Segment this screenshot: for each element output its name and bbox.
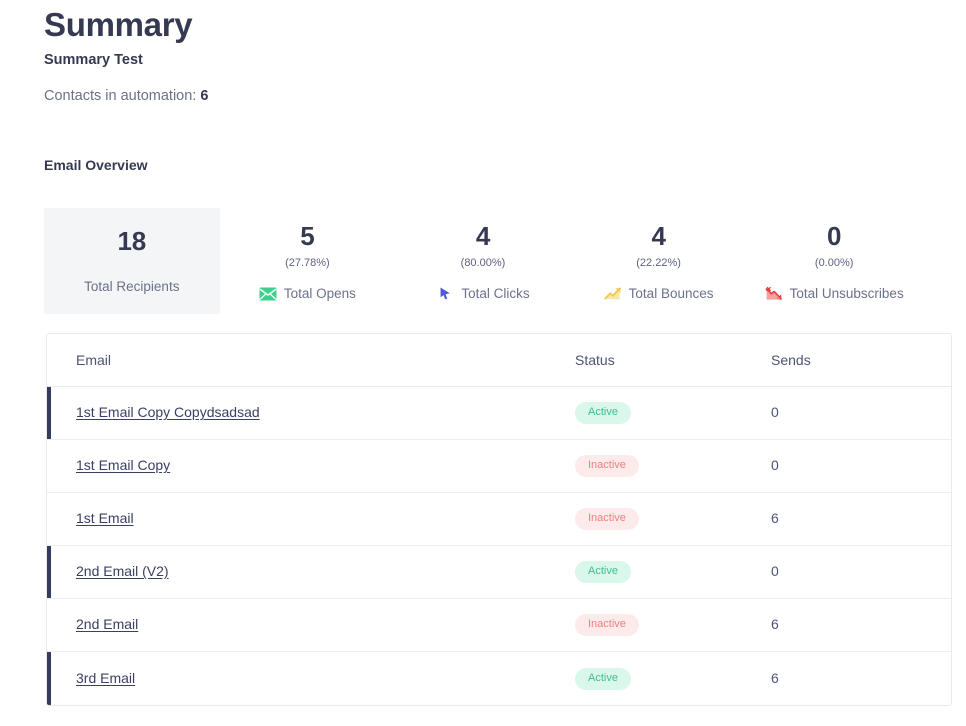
cell-email: 1st Email Copy: [47, 457, 575, 475]
envelope-icon: [259, 285, 277, 303]
stat-value: 4: [475, 221, 491, 251]
emails-table: Email Status Sends 1st Email Copy Copyds…: [46, 333, 952, 706]
sends-value: 6: [771, 616, 779, 632]
table-row[interactable]: 3rd Email Active 6: [47, 652, 951, 705]
row-active-accent-bar: [47, 599, 51, 651]
stat-card-total-unsubscribes: 0 (0.00%) Total Unsubscribes: [746, 208, 922, 314]
column-header-email: Email: [76, 352, 112, 368]
stat-value: 18: [117, 226, 147, 257]
stat-label: Total Bounces: [628, 286, 714, 302]
page-header: Summary Summary Test Contacts in automat…: [0, 0, 966, 106]
stat-card-total-recipients: 18 Total Recipients: [44, 208, 220, 314]
status-badge: Active: [575, 402, 631, 424]
status-badge: Inactive: [575, 508, 639, 530]
stat-percentage: (80.00%): [460, 257, 506, 269]
stat-label-row: Total Bounces: [604, 285, 714, 303]
cell-sends: 0: [771, 404, 951, 422]
status-badge: Inactive: [575, 455, 639, 477]
stat-card-total-bounces: 4 (22.22%) Total Bounces: [571, 208, 747, 314]
row-active-accent-bar: [47, 493, 51, 545]
sends-value: 0: [771, 404, 779, 420]
status-badge: Active: [575, 667, 631, 690]
sends-value: 0: [771, 563, 779, 579]
sends-value: 6: [771, 669, 779, 686]
stat-value: 5: [300, 221, 315, 251]
contacts-label: Contacts in automation:: [44, 88, 197, 105]
cell-email: 1st Email Copy Copydsadsad: [47, 404, 575, 422]
stat-card-total-opens: 5 (27.78%) Total Opens: [220, 208, 396, 314]
cell-status: Active: [575, 667, 771, 690]
cell-email: 2nd Email: [47, 616, 575, 634]
status-badge: Inactive: [575, 614, 639, 636]
cell-status: Inactive: [575, 455, 771, 477]
stat-label-row: Total Recipients: [84, 280, 179, 294]
contacts-count: 6: [200, 88, 209, 105]
sends-value: 0: [771, 457, 779, 473]
stat-percentage: (27.78%): [285, 257, 330, 269]
cell-sends: 6: [771, 616, 951, 634]
email-link[interactable]: 2nd Email (V2): [76, 563, 169, 579]
cell-status: Inactive: [575, 614, 771, 636]
table-row[interactable]: 2nd Email (V2) Active 0: [47, 546, 951, 599]
stat-label: Total Opens: [283, 286, 356, 302]
email-link[interactable]: 1st Email Copy Copydsadsad: [76, 404, 260, 420]
stat-label: Total Clicks: [461, 286, 530, 302]
stat-card-total-clicks: 4 (80.00%) Total Clicks: [395, 208, 571, 314]
chart-up-icon: [604, 285, 622, 303]
cell-status: Inactive: [575, 508, 771, 530]
status-badge: Active: [575, 561, 631, 583]
table-header-row: Email Status Sends: [47, 334, 951, 387]
email-link[interactable]: 1st Email Copy: [76, 457, 170, 473]
cell-email: 3rd Email: [47, 670, 575, 688]
email-link[interactable]: 3rd Email: [76, 670, 135, 686]
stat-label-row: Total Clicks: [436, 285, 530, 303]
stat-value: 0: [827, 221, 842, 251]
contacts-in-automation: Contacts in automation: 6: [44, 88, 966, 105]
cell-sends: 6: [771, 510, 951, 528]
cell-status: Active: [575, 561, 771, 583]
stat-label-row: Total Unsubscribes: [765, 285, 904, 303]
stat-value: 4: [651, 221, 666, 251]
stat-percentage: (0.00%): [814, 257, 854, 269]
table-row[interactable]: 1st Email Copy Copydsadsad Active 0: [47, 387, 951, 440]
row-active-accent-bar: [47, 546, 51, 598]
cell-email: 1st Email: [47, 510, 575, 528]
cell-email: 2nd Email (V2): [47, 563, 575, 581]
page-title: Summary: [44, 6, 193, 43]
table-row[interactable]: 1st Email Inactive 6: [47, 493, 951, 546]
sends-value: 6: [771, 510, 779, 526]
email-link[interactable]: 1st Email: [76, 510, 134, 526]
email-link[interactable]: 2nd Email: [76, 616, 138, 632]
column-header-sends: Sends: [771, 352, 811, 368]
row-active-accent-bar: [47, 387, 51, 439]
cursor-icon: [436, 285, 454, 303]
row-active-accent-bar: [47, 652, 51, 705]
stat-label-row: Total Opens: [259, 285, 356, 303]
stat-label: Total Unsubscribes: [789, 286, 904, 302]
column-header-status: Status: [575, 352, 615, 368]
cell-sends: 0: [771, 563, 951, 581]
cell-status: Active: [575, 402, 771, 424]
stat-label: Total Recipients: [84, 279, 180, 295]
email-overview-stats: 18 Total Recipients 5 (27.78%) Total Opens 4 (…: [44, 208, 922, 314]
table-row[interactable]: 1st Email Copy Inactive 0: [47, 440, 951, 493]
page-subtitle: Summary Test: [44, 51, 143, 68]
stat-percentage: (22.22%): [636, 257, 681, 269]
chart-down-icon: [765, 285, 783, 303]
cell-sends: 6: [771, 670, 951, 688]
email-overview-title: Email Overview: [44, 157, 148, 173]
table-body: 1st Email Copy Copydsadsad Active 0 1st Ema…: [47, 387, 951, 705]
cell-sends: 0: [771, 457, 951, 475]
table-row[interactable]: 2nd Email Inactive 6: [47, 599, 951, 652]
row-active-accent-bar: [47, 440, 51, 492]
summary-page: Summary Summary Test Contacts in automat…: [0, 0, 966, 726]
